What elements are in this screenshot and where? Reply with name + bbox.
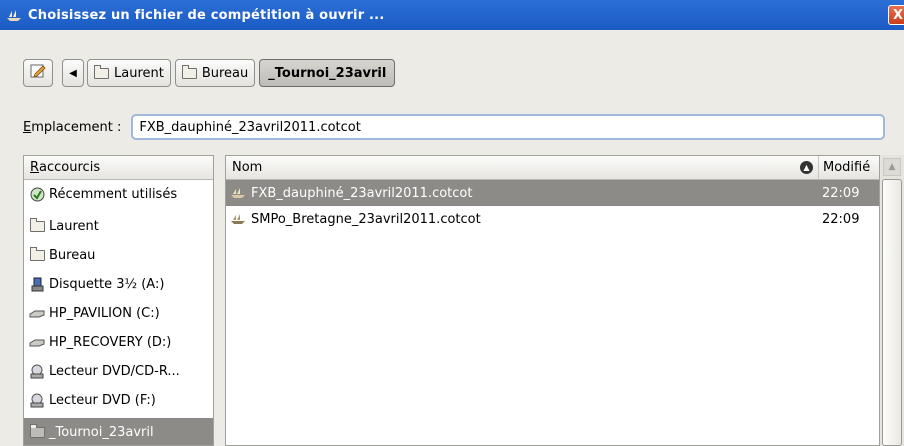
location-input[interactable] [131, 114, 886, 140]
breadcrumb-tournoi[interactable]: _Tournoi_23avril [259, 59, 396, 87]
sidebar-item-recent[interactable]: Récemment utilisés [24, 180, 213, 209]
file-list-scrollbar[interactable]: ▲ [879, 155, 904, 446]
location-label: Emplacement : [23, 119, 122, 135]
file-name: FXB_dauphiné_23avril2011.cotcot [251, 185, 473, 201]
sort-ascending-icon: ▲ [800, 161, 813, 174]
path-toolbar: ◀ Laurent Bureau _Tournoi_23avril [23, 58, 399, 88]
sidebar-item-label: Laurent [49, 219, 99, 234]
column-header-modified[interactable]: Modifié [819, 156, 879, 179]
folder-icon [29, 218, 45, 235]
window-title: Choisissez un fichier de compétition à o… [28, 7, 385, 23]
sidebar-item-floppy[interactable]: Disquette 3½ (A:) [24, 270, 213, 299]
breadcrumb-laurent[interactable]: Laurent [87, 59, 171, 87]
file-row[interactable]: FXB_dauphiné_23avril2011.cotcot 22:09 [226, 180, 879, 206]
harddisk-icon [29, 335, 45, 351]
close-button[interactable]: X [888, 5, 904, 25]
folder-icon [29, 247, 45, 264]
file-list-header: Nom ▲ Modifié [226, 156, 879, 180]
file-modified: 22:09 [822, 211, 860, 227]
harddisk-icon [29, 306, 45, 322]
file-name: SMPo_Bretagne_23avril2011.cotcot [251, 211, 481, 227]
sidebar-item-tournoi[interactable]: _Tournoi_23avril [24, 418, 213, 445]
sidebar-item-label: Disquette 3½ (A:) [49, 277, 165, 292]
ship-icon [230, 186, 246, 200]
sidebar-item-laurent[interactable]: Laurent [24, 212, 213, 241]
chevron-left-icon: ◀ [69, 67, 77, 79]
sidebar-item-dvd-f[interactable]: Lecteur DVD (F:) [24, 386, 213, 415]
file-list: Nom ▲ Modifié FXB_dauphiné_23avril2011.c… [225, 155, 879, 446]
sidebar-item-dvd-cdr[interactable]: Lecteur DVD/CD-R... [24, 357, 213, 386]
edit-note-icon [30, 63, 46, 83]
breadcrumb-label: _Tournoi_23avril [268, 65, 387, 81]
sidebar-item-drive-c[interactable]: HP_PAVILION (C:) [24, 299, 213, 328]
folder-icon [181, 64, 197, 79]
path-back-button[interactable]: ◀ [62, 59, 84, 87]
sidebar-item-label: Récemment utilisés [49, 187, 178, 202]
breadcrumb-label: Bureau [201, 65, 249, 81]
sidebar-item-bureau[interactable]: Bureau [24, 241, 213, 270]
sidebar-item-label: Lecteur DVD/CD-R... [49, 364, 180, 379]
optical-drive-icon [29, 393, 45, 409]
file-modified: 22:09 [822, 185, 860, 201]
sidebar-item-label: HP_PAVILION (C:) [49, 306, 160, 321]
breadcrumb-label: Laurent [114, 65, 164, 81]
shortcuts-sidebar: Raccourcis Récemment utilisés Laurent Bu… [23, 155, 214, 446]
folder-icon [94, 64, 109, 79]
ship-icon [6, 8, 22, 22]
file-row[interactable]: SMPo_Bretagne_23avril2011.cotcot 22:09 [226, 206, 879, 232]
title-bar[interactable]: Choisissez un fichier de compétition à o… [0, 0, 904, 30]
floppy-icon [29, 277, 45, 293]
scroll-up-button[interactable]: ▲ [883, 158, 901, 176]
sidebar-item-label: Bureau [49, 248, 96, 263]
sidebar-item-label: _Tournoi_23avril [49, 425, 154, 440]
ship-icon [230, 212, 246, 226]
type-location-button[interactable] [23, 59, 53, 87]
breadcrumb-bureau[interactable]: Bureau [174, 59, 256, 87]
close-icon: X [892, 7, 904, 23]
optical-drive-icon [29, 364, 45, 380]
sidebar-item-label: HP_RECOVERY (D:) [49, 335, 172, 350]
chevron-up-icon: ▲ [888, 162, 896, 172]
column-header-name[interactable]: Nom ▲ [226, 156, 819, 179]
sidebar-header[interactable]: Raccourcis [24, 156, 213, 180]
scroll-thumb[interactable] [882, 179, 902, 446]
sidebar-item-drive-d[interactable]: HP_RECOVERY (D:) [24, 328, 213, 357]
location-row: Emplacement : [23, 114, 886, 140]
folder-icon [29, 424, 45, 441]
recent-icon [29, 187, 45, 203]
sidebar-item-label: Lecteur DVD (F:) [49, 393, 156, 408]
